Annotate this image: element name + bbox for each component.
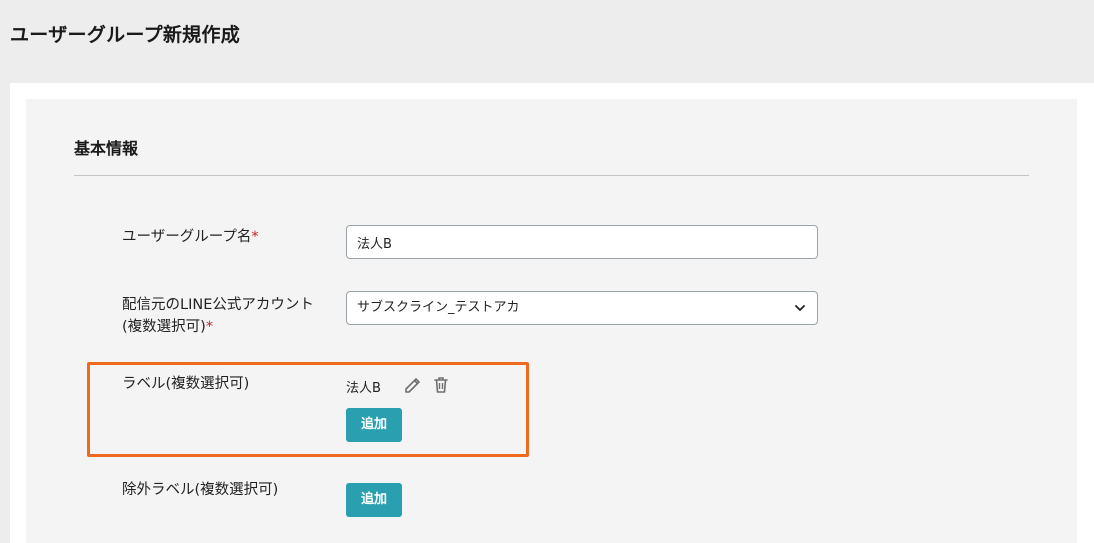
- line-account-selected: サブスクライン_テストアカ: [357, 300, 520, 315]
- chevron-down-icon: [795, 305, 805, 311]
- add-exclude-label-button[interactable]: 追加: [346, 483, 402, 517]
- line-account-label: 配信元のLINE公式アカウント (複数選択可)*: [122, 294, 314, 338]
- add-label-button[interactable]: 追加: [346, 408, 402, 442]
- label-chip-name: 法人B: [346, 381, 381, 396]
- required-mark: *: [205, 319, 214, 335]
- required-mark: *: [251, 229, 259, 245]
- line-account-label-line1: 配信元のLINE公式アカウント: [122, 297, 314, 313]
- line-account-label-line2: (複数選択可): [122, 319, 206, 335]
- pencil-icon[interactable]: [403, 375, 423, 395]
- trash-icon[interactable]: [431, 375, 451, 395]
- group-name-input[interactable]: [346, 225, 818, 259]
- group-name-label: ユーザーグループ名*: [122, 226, 259, 248]
- exclude-labels-label: 除外ラベル(複数選択可): [122, 482, 279, 498]
- section-title: 基本情報: [74, 139, 139, 158]
- page-title: ユーザーグループ新規作成: [10, 24, 241, 46]
- section-divider: [74, 175, 1029, 176]
- labels-label: ラベル(複数選択可): [122, 376, 250, 392]
- line-account-select[interactable]: サブスクライン_テストアカ: [346, 291, 818, 325]
- group-name-label-text: ユーザーグループ名: [122, 229, 252, 245]
